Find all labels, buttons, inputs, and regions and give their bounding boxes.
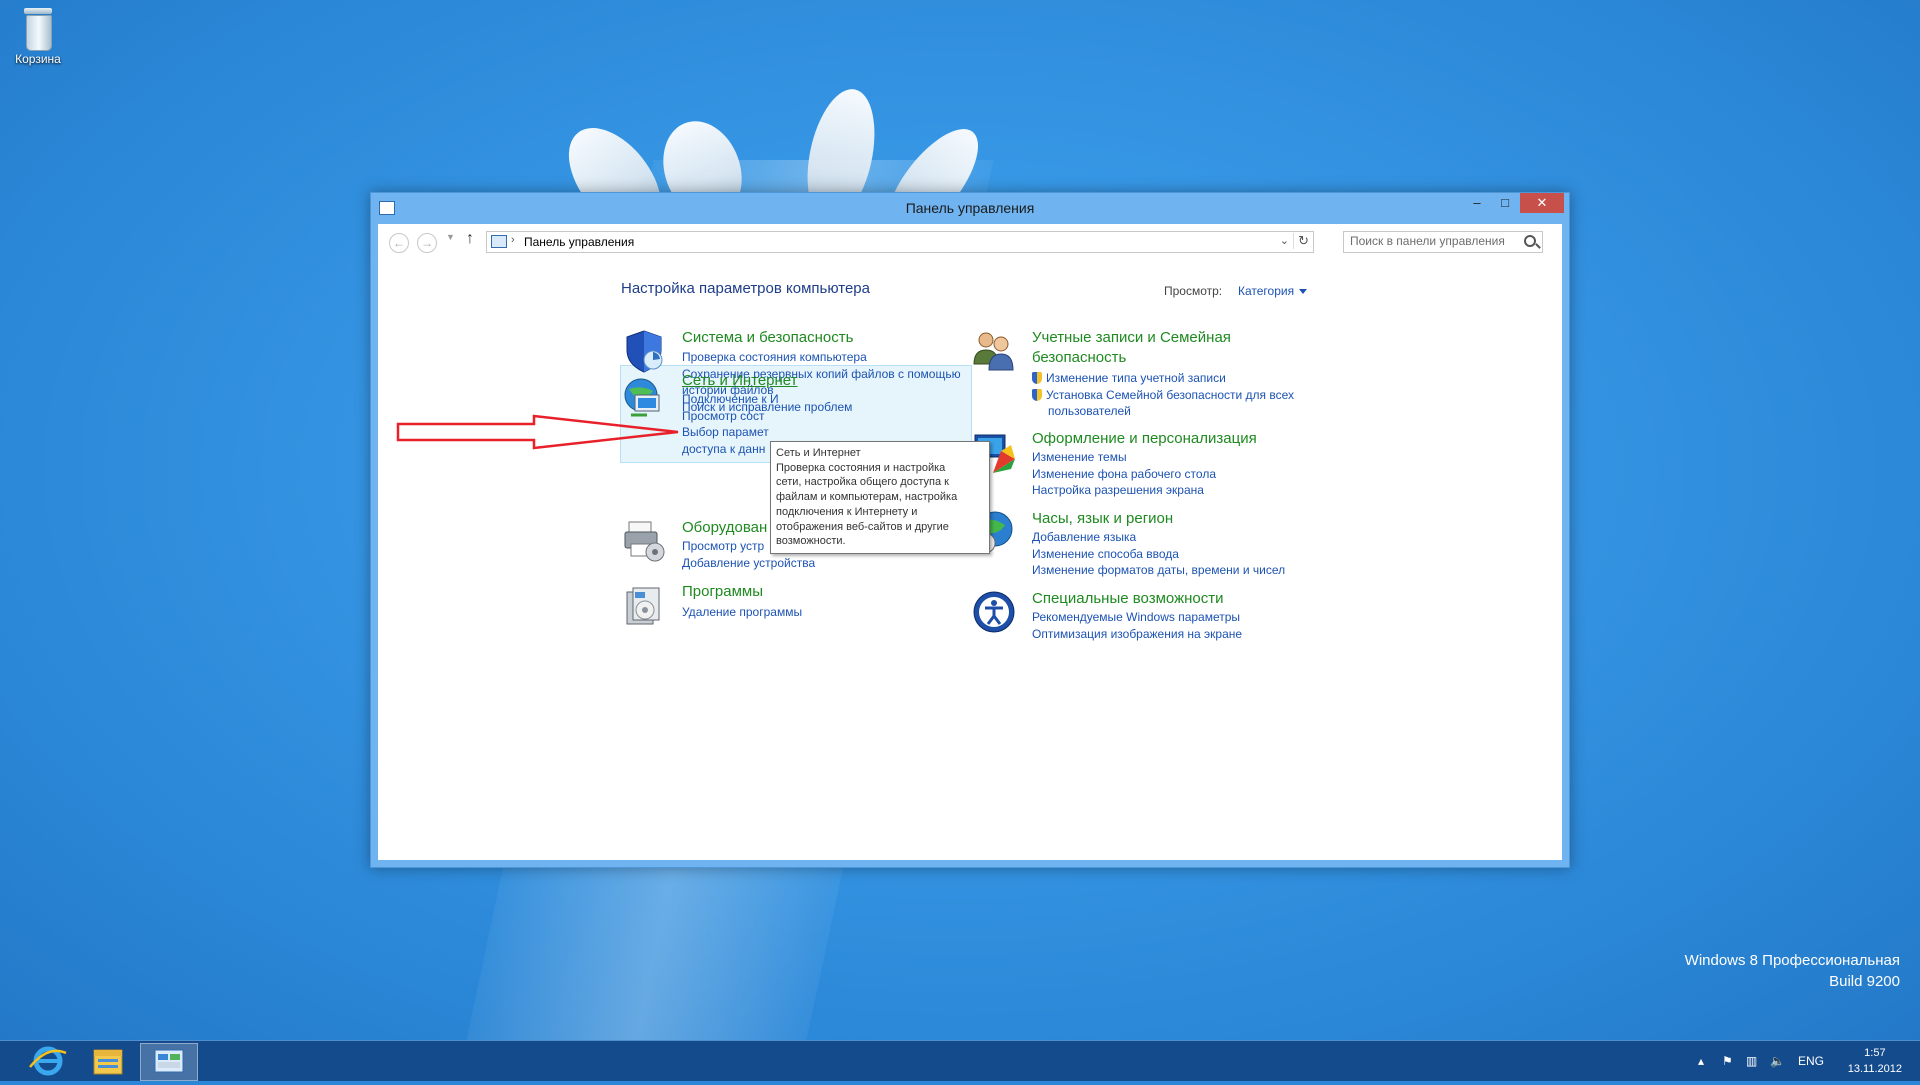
taskbar-control-panel[interactable] — [140, 1043, 198, 1081]
links-user-accounts: Изменение типа учетной записи Установка … — [1032, 370, 1294, 420]
shield-icon — [626, 330, 663, 373]
taskbar-internet-explorer[interactable] — [20, 1043, 76, 1079]
tooltip-line: отображения веб-сайтов и другие — [776, 520, 949, 533]
category-title-system-security[interactable]: Система и безопасность — [682, 328, 853, 348]
internet-explorer-icon — [29, 1046, 67, 1076]
navigation-bar: ← → ▼ ↑ › Панель управления ⌄ ↻ — [378, 224, 1562, 260]
links-programs: Удаление программы — [682, 604, 802, 621]
clock-date: 13.11.2012 — [1847, 1063, 1902, 1075]
view-by-label: Просмотр: — [1164, 284, 1223, 298]
refresh-icon[interactable]: ↻ — [1293, 233, 1309, 249]
link-change-account-type[interactable]: Изменение типа учетной записи — [1046, 371, 1226, 385]
link-view-network-status[interactable]: Просмотр сост — [682, 408, 779, 425]
category-title-appearance[interactable]: Оформление и персонализация — [1032, 429, 1257, 449]
address-bar[interactable]: › Панель управления ⌄ ↻ — [486, 231, 1314, 253]
action-center-flag-icon[interactable]: ⚑ — [1722, 1041, 1733, 1081]
programs-icon — [626, 587, 660, 625]
link-change-wallpaper[interactable]: Изменение фона рабочего стола — [1032, 466, 1216, 483]
link-optimize-display[interactable]: Оптимизация изображения на экране — [1032, 626, 1242, 643]
links-network-internet: Подключение к И Просмотр сост Выбор пара… — [682, 391, 779, 457]
category-title-clock-language[interactable]: Часы, язык и регион — [1032, 509, 1173, 529]
link-family-safety-cont[interactable]: пользователей — [1032, 403, 1294, 420]
links-ease-of-access: Рекомендуемые Windows параметры Оптимиза… — [1032, 609, 1242, 642]
forward-arrow-icon[interactable]: → — [417, 233, 437, 253]
link-family-safety[interactable]: Установка Семейной безопасности для всех — [1046, 388, 1294, 402]
up-arrow-icon[interactable]: ↑ — [466, 230, 474, 248]
category-title-user-accounts-line1[interactable]: Учетные записи и Семейная — [1032, 328, 1231, 348]
link-add-device[interactable]: Добавление устройства — [682, 555, 815, 572]
uac-shield-icon — [1032, 388, 1042, 401]
link-screen-resolution[interactable]: Настройка разрешения экрана — [1032, 482, 1216, 499]
taskbar-file-explorer[interactable] — [80, 1043, 136, 1079]
recycle-bin-label: Корзина — [15, 52, 61, 66]
control-panel-icon — [491, 235, 507, 248]
link-uninstall-program[interactable]: Удаление программы — [682, 604, 802, 621]
link-change-date-formats[interactable]: Изменение форматов даты, времени и чисел — [1032, 562, 1285, 579]
tooltip-line: возможности. — [776, 535, 846, 548]
system-clock[interactable]: 1:57 13.11.2012 — [1848, 1045, 1902, 1077]
back-arrow-icon[interactable]: ← — [389, 233, 409, 253]
network-status-icon[interactable]: ▥ — [1746, 1041, 1757, 1081]
link-connect-internet[interactable]: Подключение к И — [682, 391, 779, 408]
recent-locations-chevron-icon[interactable]: ▼ — [446, 232, 455, 242]
link-recommended-settings[interactable]: Рекомендуемые Windows параметры — [1032, 609, 1242, 626]
red-arrow-annotation — [396, 414, 679, 450]
links-appearance: Изменение темы Изменение фона рабочего с… — [1032, 449, 1216, 499]
tooltip-line: Проверка состояния и настройка — [776, 461, 946, 474]
category-title-user-accounts-line2[interactable]: безопасность — [1032, 348, 1231, 368]
users-icon — [973, 332, 1014, 371]
view-by-dropdown[interactable]: Категория — [1238, 284, 1307, 298]
os-edition-text: Windows 8 Профессиональная — [1684, 952, 1900, 969]
close-button[interactable]: ✕ — [1520, 193, 1564, 213]
breadcrumb-separator-icon[interactable]: › — [511, 234, 515, 246]
category-title-network-internet[interactable]: Сеть и Интернет — [682, 371, 798, 391]
volume-icon[interactable]: 🔈 — [1770, 1041, 1785, 1081]
os-build-text: Build 9200 — [1829, 973, 1900, 990]
folder-icon — [93, 1049, 123, 1075]
control-panel-icon — [154, 1049, 184, 1073]
recycle-bin-icon — [21, 6, 55, 51]
recycle-bin[interactable]: Корзина — [8, 6, 68, 66]
link-row-family-safety: Установка Семейной безопасности для всех — [1032, 387, 1294, 404]
clock-time: 1:57 — [1864, 1047, 1886, 1059]
category-title-hardware-sound[interactable]: Оборудован — [682, 518, 767, 538]
link-add-language[interactable]: Добавление языка — [1032, 529, 1285, 546]
search-icon[interactable] — [1524, 235, 1536, 247]
link-check-computer-status[interactable]: Проверка состояния компьютера — [682, 349, 961, 366]
tooltip-line: файлам и компьютерам, настройка — [776, 491, 958, 504]
window-titlebar[interactable]: Панель управления – □ ✕ — [371, 193, 1569, 223]
link-change-theme[interactable]: Изменение темы — [1032, 449, 1216, 466]
page-heading: Настройка параметров компьютера — [621, 280, 870, 297]
maximize-button[interactable]: □ — [1491, 193, 1519, 213]
tooltip-line: подключения к Интернету и — [776, 505, 918, 518]
address-dropdown-chevron-icon[interactable]: ⌄ — [1280, 234, 1289, 247]
taskbar: ▴ ⚑ ▥ 🔈 ENG 1:57 13.11.2012 — [0, 1040, 1920, 1081]
link-homegroup-sharing[interactable]: Выбор парамет — [682, 424, 779, 441]
links-clock-language: Добавление языка Изменение способа ввода… — [1032, 529, 1285, 579]
breadcrumb-control-panel[interactable]: Панель управления — [524, 235, 634, 249]
uac-shield-icon — [1032, 372, 1042, 384]
show-hidden-icons-chevron-icon[interactable]: ▴ — [1698, 1041, 1704, 1081]
network-category-tooltip: Сеть и Интернет Проверка состояния и нас… — [770, 441, 990, 554]
search-input[interactable] — [1344, 232, 1524, 250]
category-title-programs[interactable]: Программы — [682, 582, 763, 602]
tooltip-line: сети, настройка общего доступа к — [776, 476, 949, 489]
control-panel-window: Панель управления – □ ✕ ← → ▼ ↑ › Панель… — [370, 192, 1570, 868]
printer-icon — [624, 521, 665, 562]
window-title: Панель управления — [905, 200, 1035, 216]
input-language-indicator[interactable]: ENG — [1798, 1041, 1824, 1081]
category-title-ease-of-access[interactable]: Специальные возможности — [1032, 589, 1224, 609]
link-change-input-method[interactable]: Изменение способа ввода — [1032, 546, 1285, 563]
ease-of-access-icon — [973, 591, 1015, 633]
windows-build-watermark: Windows 8 Профессиональная Build 9200 — [1685, 950, 1900, 992]
link-row-change-account-type: Изменение типа учетной записи — [1032, 370, 1294, 387]
category-title-user-accounts[interactable]: Учетные записи и Семейная безопасность — [1032, 328, 1231, 368]
tooltip-line: Сеть и Интернет — [776, 447, 861, 459]
minimize-button[interactable]: – — [1463, 193, 1491, 213]
link-homegroup-sharing-cont[interactable]: доступа к данн — [682, 441, 779, 458]
window-client-area: ← → ▼ ↑ › Панель управления ⌄ ↻ Настройк… — [378, 224, 1562, 860]
search-box[interactable] — [1343, 231, 1543, 253]
